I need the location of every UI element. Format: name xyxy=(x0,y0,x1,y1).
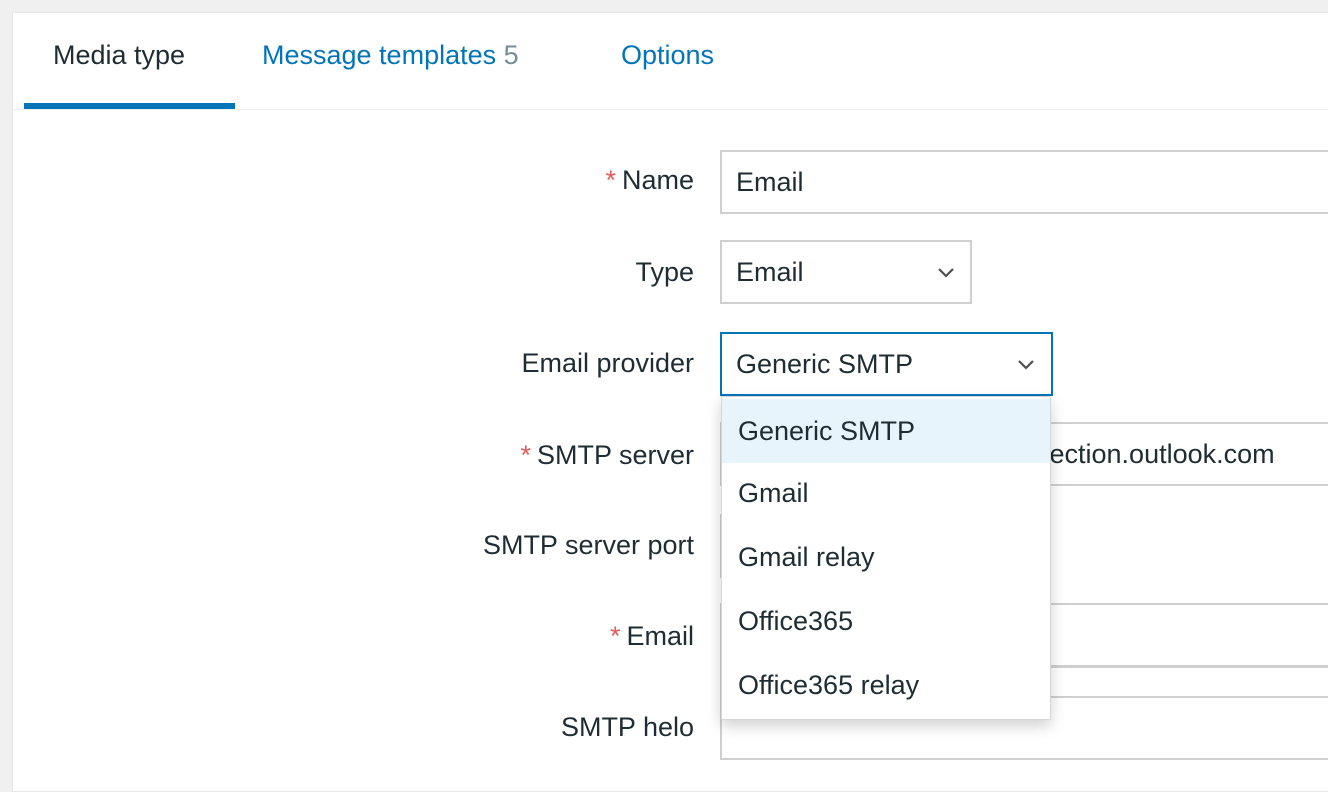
dropdown-option-office365[interactable]: Office365 xyxy=(722,589,1050,653)
dropdown-option-gmail[interactable]: Gmail xyxy=(722,461,1050,525)
active-tab-indicator xyxy=(24,103,235,109)
email-provider-label: Email provider xyxy=(521,348,694,378)
name-input[interactable]: Email xyxy=(720,150,1328,214)
dropdown-option-generic-smtp[interactable]: Generic SMTP xyxy=(722,399,1050,463)
name-label: * Name xyxy=(605,165,694,195)
tab-label: Message templates xyxy=(262,40,497,70)
tab-label: Options xyxy=(621,40,715,70)
required-mark: * xyxy=(609,621,621,651)
smtp-helo-label: SMTP helo xyxy=(560,712,694,742)
dropdown-option-office365-relay[interactable]: Office365 relay xyxy=(722,653,1050,717)
smtp-server-input-value: tection.outlook.com xyxy=(1042,439,1275,469)
required-mark: * xyxy=(520,440,531,470)
email-label: * Email xyxy=(609,621,694,651)
dropdown-option-gmail-relay[interactable]: Gmail relay xyxy=(722,525,1050,589)
required-mark: * xyxy=(605,165,616,195)
tab-media-type[interactable]: Media type xyxy=(53,0,185,96)
type-label: Type xyxy=(635,257,694,287)
name-input-value: Email xyxy=(736,167,804,197)
chevron-down-icon xyxy=(938,268,954,278)
smtp-server-label: * SMTP server xyxy=(520,440,694,470)
type-select-value: Email xyxy=(736,257,804,287)
email-provider-select-value: Generic SMTP xyxy=(736,349,914,379)
type-select[interactable]: Email xyxy=(720,240,972,304)
tab-label: Media type xyxy=(53,40,186,70)
tab-options[interactable]: Options xyxy=(621,0,714,96)
email-provider-select[interactable]: Generic SMTP xyxy=(720,332,1053,396)
email-provider-dropdown: Generic SMTP Gmail Gmail relay Office365… xyxy=(721,396,1051,720)
smtp-server-port-label: SMTP server port xyxy=(482,530,694,560)
tab-message-templates[interactable]: Message templates 5 xyxy=(262,0,519,96)
chevron-down-icon xyxy=(1018,360,1034,370)
tab-count-badge: 5 xyxy=(503,40,519,70)
